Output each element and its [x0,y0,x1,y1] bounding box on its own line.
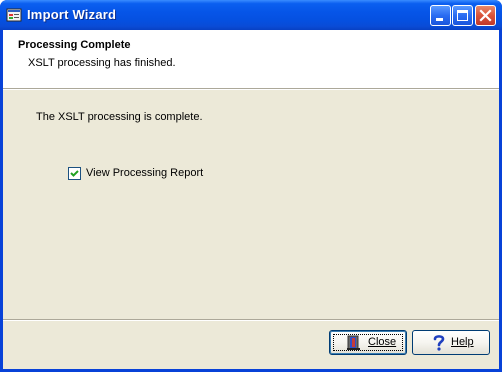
close-window-button[interactable] [475,5,496,26]
header-divider [3,89,499,90]
wizard-client-area: Processing Complete XSLT processing has … [3,30,499,369]
minimize-icon [436,18,443,21]
door-exit-icon [347,335,361,353]
window-title: Import Wizard [27,7,117,22]
close-button-label: Close [368,336,397,348]
help-button-label: Help [451,336,474,348]
close-icon [479,9,492,22]
footer-divider-highlight [3,320,499,321]
import-wizard-window: Import Wizard Processing Complete XSLT p… [0,0,502,372]
completion-message: The XSLT processing is complete. [36,111,203,123]
maximize-icon [457,10,468,21]
question-mark-icon [432,334,446,354]
help-button[interactable]: Help [412,330,490,355]
wizard-header: Processing Complete XSLT processing has … [3,30,499,89]
checkmark-icon [70,170,79,177]
maximize-button[interactable] [452,5,473,26]
import-wizard-icon [6,7,22,23]
page-subtitle: XSLT processing has finished. [28,57,176,69]
minimize-button[interactable] [430,5,451,26]
close-button[interactable]: Close [329,330,407,355]
title-bar[interactable]: Import Wizard [0,0,502,30]
view-report-checkbox[interactable] [68,167,81,180]
view-report-label[interactable]: View Processing Report [86,167,203,179]
page-title: Processing Complete [18,39,131,51]
